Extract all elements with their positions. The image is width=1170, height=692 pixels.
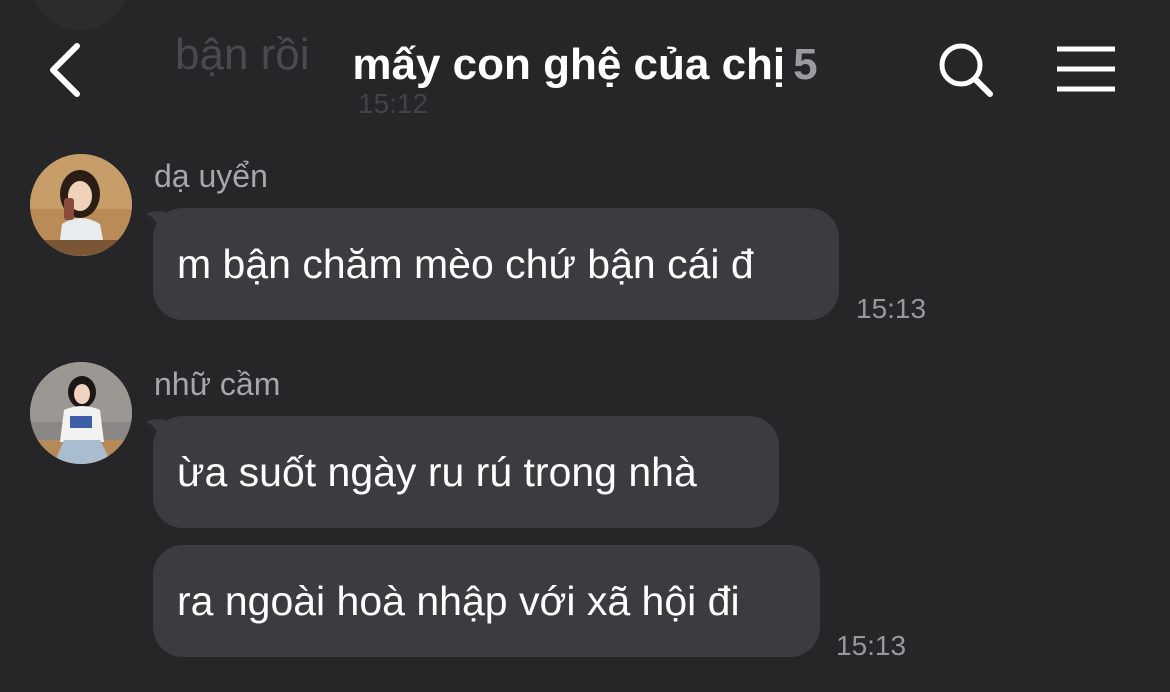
message-time: 15:13	[856, 293, 927, 324]
hamburger-menu-icon	[1057, 46, 1115, 92]
group-name: mấy con ghệ của chị	[352, 40, 786, 89]
message-text: m bận chăm mèo chứ bận cái đ	[177, 240, 754, 287]
member-count: 5	[793, 40, 818, 89]
message-text: ra ngoài hoà nhập với xã hội đi	[177, 577, 740, 624]
sender-name: dạ uyển	[154, 158, 268, 194]
message-text: ừa suốt ngày ru rú trong nhà	[177, 448, 697, 495]
message-bubble[interactable]: ra ngoài hoà nhập với xã hội đi	[153, 545, 820, 657]
sender-name: nhữ cầm	[154, 366, 281, 402]
chat-screen: bận rồi 15:12 mấy con ghệ của chị 5 dạ u…	[0, 0, 1170, 692]
chat-header: mấy con ghệ của chị 5	[0, 0, 1170, 140]
search-button[interactable]	[930, 34, 1002, 106]
menu-button[interactable]	[1048, 36, 1124, 102]
message-time: 15:13	[836, 630, 907, 661]
message-bubble[interactable]: ừa suốt ngày ru rú trong nhà	[153, 416, 779, 528]
message-bubble[interactable]: m bận chăm mèo chứ bận cái đ	[153, 208, 839, 320]
search-icon	[939, 43, 993, 97]
avatar-da-uyen[interactable]	[30, 154, 132, 256]
avatar-nhu-cam[interactable]	[30, 362, 132, 464]
